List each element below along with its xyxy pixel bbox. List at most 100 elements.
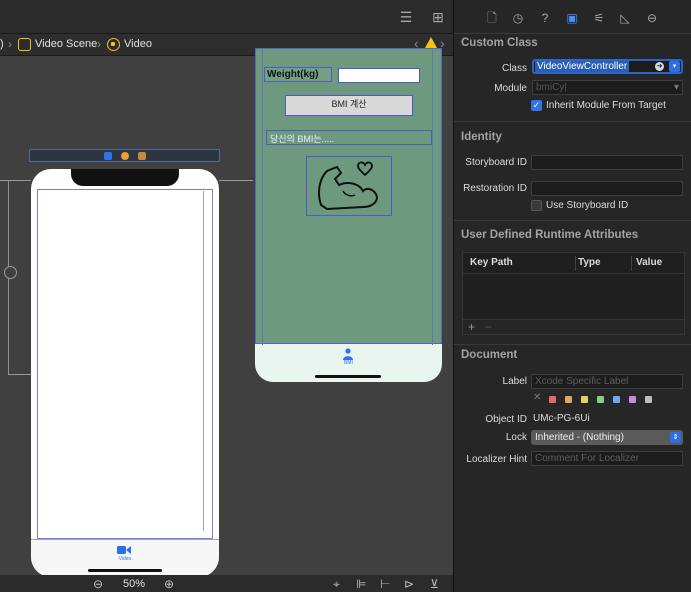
- section-title-custom-class: Custom Class: [461, 37, 538, 49]
- remove-attribute-button[interactable]: −: [485, 320, 492, 334]
- connections-inspector-icon[interactable]: ⊖: [644, 10, 660, 26]
- exit-icon[interactable]: [138, 152, 146, 160]
- scene-icon: [18, 38, 31, 51]
- divider: [454, 344, 691, 345]
- muscle-arm-icon: [318, 161, 379, 211]
- use-storyboard-id-checkbox[interactable]: [531, 200, 542, 211]
- identity-inspector-icon[interactable]: ▣: [564, 10, 580, 26]
- breadcrumb-leading[interactable]: ): [0, 38, 4, 50]
- localizer-hint-field[interactable]: Comment For Localizer: [531, 451, 683, 466]
- section-title-runtime-attributes: User Defined Runtime Attributes: [461, 229, 639, 241]
- object-id-value: UMc-PG-6Ui: [533, 413, 590, 424]
- column-type[interactable]: Type: [578, 257, 601, 268]
- tab-label-bmi: BMI: [344, 360, 353, 366]
- restoration-id-field[interactable]: [531, 181, 683, 196]
- relationship-segue-icon[interactable]: [4, 266, 17, 279]
- arrow-right-icon[interactable]: ➜: [655, 62, 664, 71]
- bmi-main-view[interactable]: Weight(kg) BMI 계산 당신의 BMI는.....: [255, 48, 442, 345]
- chevron-right-icon: ›: [97, 37, 101, 51]
- class-value: VideoViewController: [535, 61, 630, 72]
- bmi-calculate-button[interactable]: BMI 계산: [285, 95, 413, 116]
- module-label: Module: [494, 83, 527, 94]
- align-icon[interactable]: ⊫: [356, 577, 366, 591]
- home-indicator: [315, 375, 381, 378]
- chevron-updown-icon[interactable]: ⇕: [670, 432, 681, 443]
- segue-line: [219, 180, 253, 181]
- view-guide: [203, 191, 204, 531]
- update-frames-icon[interactable]: ⌖: [333, 577, 340, 592]
- zoom-out-icon[interactable]: ⊖: [93, 577, 103, 591]
- bmi-scene-device[interactable]: Weight(kg) BMI 계산 당신의 BMI는..... BMI: [255, 48, 442, 382]
- storyboard-canvas[interactable]: ☰ ⊞ ) › Video Scene › Video ‹ › Video We…: [0, 0, 453, 592]
- divider: [454, 220, 691, 221]
- help-inspector-icon[interactable]: ?: [537, 10, 553, 26]
- class-field[interactable]: VideoViewController ➜ ▾: [532, 59, 683, 74]
- canvas-bottom-bar: ⊖ 50% ⊕ ⌖ ⊫ ⊢ ⊳ ⊻: [0, 575, 453, 592]
- no-color-icon[interactable]: ✕: [533, 392, 541, 403]
- zoom-in-icon[interactable]: ⊕: [164, 577, 174, 591]
- label-color-swatch[interactable]: [597, 396, 604, 403]
- size-inspector-icon[interactable]: ◺: [617, 10, 633, 26]
- label-color-swatch[interactable]: [565, 396, 572, 403]
- bmi-result-label[interactable]: 당신의 BMI는.....: [266, 130, 432, 145]
- segue-line: [8, 374, 31, 375]
- storyboard-id-field[interactable]: [531, 155, 683, 170]
- view-guide: [262, 49, 263, 345]
- chevron-down-icon[interactable]: ▾: [674, 81, 679, 94]
- tab-label-video: Video: [118, 556, 132, 562]
- localizer-hint-label: Localizer Hint: [466, 454, 527, 465]
- module-field[interactable]: bmiCy| ▾: [532, 80, 683, 95]
- inspector-tabs: 🗋 ◷ ? ▣ ⚟ ◺ ⊖: [454, 0, 691, 34]
- view-controller-icon: [107, 38, 120, 51]
- embed-in-icon[interactable]: ⊻: [430, 577, 439, 591]
- editor-options-icon[interactable]: ☰: [397, 9, 415, 25]
- person-icon: [343, 348, 353, 360]
- label-field[interactable]: Xcode Specific Label: [531, 374, 683, 389]
- zoom-level: 50%: [123, 578, 146, 590]
- lock-dropdown[interactable]: Inherited - (Nothing) ⇕: [531, 430, 683, 445]
- label-color-swatch[interactable]: [549, 396, 556, 403]
- video-scene-device[interactable]: Video: [31, 169, 219, 577]
- table-header: Key Path Type Value: [463, 253, 684, 274]
- restoration-id-label: Restoration ID: [463, 183, 527, 194]
- runtime-attributes-table[interactable]: Key Path Type Value + −: [462, 252, 685, 335]
- label-color-swatch[interactable]: [613, 396, 620, 403]
- weight-input[interactable]: [338, 68, 420, 83]
- resolve-issues-icon[interactable]: ⊳: [404, 577, 414, 591]
- class-label: Class: [501, 63, 527, 74]
- breadcrumb-video[interactable]: Video: [124, 38, 152, 50]
- lock-value: Inherited - (Nothing): [535, 432, 624, 443]
- attributes-inspector-icon[interactable]: ⚟: [591, 10, 607, 26]
- column-divider: [575, 256, 576, 271]
- chevron-down-icon[interactable]: ▾: [669, 61, 680, 72]
- canvas-toolbar: ☰ ⊞: [0, 0, 453, 34]
- scene-dock[interactable]: [29, 149, 220, 162]
- add-editor-icon[interactable]: ⊞: [429, 9, 447, 25]
- view-controller-icon[interactable]: [104, 152, 112, 160]
- warning-icon[interactable]: [425, 37, 437, 48]
- inherit-module-label: Inherit Module From Target: [546, 100, 666, 111]
- history-inspector-icon[interactable]: ◷: [510, 10, 526, 26]
- device-notch: [71, 169, 179, 186]
- video-camera-icon: [117, 546, 131, 554]
- inherit-module-checkbox[interactable]: ✓: [531, 100, 542, 111]
- label-color-swatch[interactable]: [581, 396, 588, 403]
- use-storyboard-id-label: Use Storyboard ID: [546, 200, 629, 211]
- breadcrumb-video-scene[interactable]: Video Scene: [35, 38, 97, 50]
- first-responder-icon[interactable]: [121, 152, 129, 160]
- muscle-image[interactable]: [306, 156, 392, 216]
- column-key-path[interactable]: Key Path: [470, 257, 513, 268]
- add-constraints-icon[interactable]: ⊢: [380, 577, 390, 591]
- main-view[interactable]: [37, 189, 213, 539]
- section-title-identity: Identity: [461, 131, 502, 143]
- label-color-swatch[interactable]: [645, 396, 652, 403]
- label-color-swatch[interactable]: [629, 396, 636, 403]
- weight-label[interactable]: Weight(kg): [264, 67, 332, 82]
- table-footer: + −: [463, 319, 684, 334]
- inspector-panel: 🗋 ◷ ? ▣ ⚟ ◺ ⊖ Custom Class Class VideoVi…: [453, 0, 691, 592]
- module-placeholder: bmiCy|: [536, 82, 567, 93]
- object-id-label: Object ID: [485, 414, 527, 425]
- column-value[interactable]: Value: [636, 257, 662, 268]
- add-attribute-button[interactable]: +: [468, 320, 475, 334]
- file-inspector-icon[interactable]: 🗋: [484, 10, 500, 26]
